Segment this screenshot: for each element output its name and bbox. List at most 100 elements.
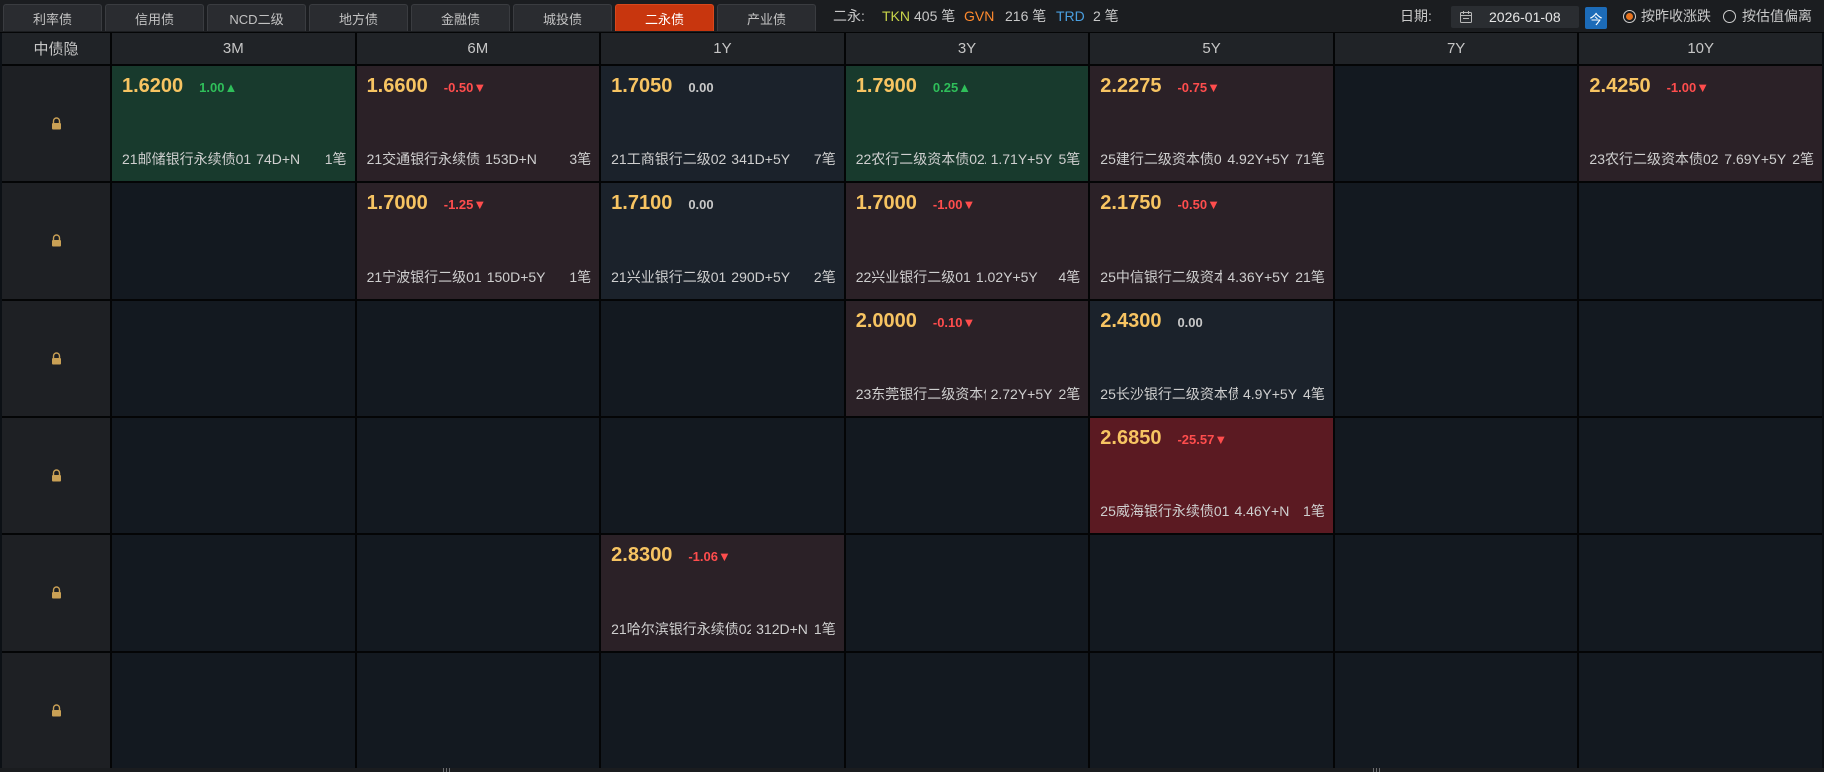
- quote-cell[interactable]: 2.1750 -0.50▼ 25中信银行二级资本债4.36Y+5Y 21笔: [1090, 183, 1333, 299]
- empty-cell[interactable]: [112, 535, 355, 651]
- empty-cell[interactable]: [845, 418, 1089, 534]
- lock-icon[interactable]: [51, 704, 62, 717]
- empty-cell[interactable]: [601, 300, 844, 416]
- bond-name: 21邮储银行永续债01: [122, 151, 252, 168]
- trade-count: 2笔: [813, 268, 836, 285]
- quote-cell[interactable]: 1.7000 -1.00▼ 22兴业银行二级01 1.02Y+5Y 4笔: [845, 183, 1089, 299]
- row-lock-cell[interactable]: [2, 300, 110, 416]
- lock-icon[interactable]: [51, 117, 62, 130]
- quote-cell[interactable]: 1.6200 1.00▲ 21邮储银行永续债01 74D+N 1笔: [112, 66, 355, 182]
- quote-cell[interactable]: 2.6850 -25.57▼ 25威海银行永续债01 4.46Y+N 1笔: [1090, 418, 1333, 534]
- mode-label-valuation[interactable]: 按估值偏离: [1742, 0, 1812, 33]
- quote-bond-info: 21交通银行永续债 153D+N 3笔: [367, 149, 592, 169]
- empty-cell[interactable]: [601, 652, 844, 768]
- quote-price: 1.7000: [366, 192, 428, 215]
- row-lock-cell[interactable]: [2, 418, 110, 534]
- lock-icon[interactable]: [51, 586, 62, 599]
- quote-cell[interactable]: 2.4300 0.00 25长沙银行二级资本债0 4.9Y+5Y 4笔: [1090, 300, 1333, 416]
- quote-header: 1.7900 0.25▲: [856, 75, 1080, 98]
- quote-price: 2.8300: [611, 544, 673, 567]
- lock-icon[interactable]: [51, 469, 62, 482]
- empty-cell[interactable]: [1579, 652, 1822, 768]
- empty-cell[interactable]: [112, 183, 355, 299]
- empty-cell[interactable]: [356, 300, 600, 416]
- tab-rates[interactable]: 利率债: [3, 4, 102, 31]
- quote-cell[interactable]: 1.7000 -1.25▼ 21宁波银行二级01 150D+5Y 1笔: [356, 183, 600, 299]
- tab-credit[interactable]: 信用债: [105, 4, 204, 31]
- tab-financial[interactable]: 金融债: [411, 4, 510, 31]
- quote-change: -0.10▼: [932, 314, 976, 330]
- bond-term: 150D+5Y: [486, 268, 546, 285]
- trd-count: 2 笔: [1093, 8, 1119, 24]
- empty-cell[interactable]: [1579, 418, 1822, 534]
- quote-header: 1.7000 -1.00▼: [856, 192, 1080, 215]
- tenor-header-10y: 10Y: [1579, 33, 1822, 64]
- empty-cell[interactable]: [1579, 300, 1822, 416]
- resize-grip-icon[interactable]: [1373, 768, 1381, 772]
- quote-header: 2.6850 -25.57▼: [1100, 427, 1324, 450]
- empty-cell[interactable]: [1334, 66, 1578, 182]
- bond-name: 21哈尔滨银行永续债02: [611, 620, 752, 637]
- resize-grip-icon[interactable]: [443, 768, 451, 772]
- lock-icon[interactable]: [51, 234, 62, 247]
- quote-price: 2.4250: [1589, 75, 1651, 97]
- tab-ncd-secondary[interactable]: NCD二级: [207, 4, 306, 31]
- tab-tier2-perpetual[interactable]: 二永债: [615, 4, 714, 31]
- mode-radio-prev-close[interactable]: [1623, 10, 1636, 23]
- row-lock-cell[interactable]: [2, 535, 110, 651]
- quote-change: 0.00: [688, 80, 714, 95]
- empty-cell[interactable]: [1334, 183, 1578, 299]
- quote-cell[interactable]: 1.7100 0.00 21兴业银行二级01 290D+5Y 2笔: [601, 183, 844, 299]
- quote-header: 2.4250 -1.00▼: [1589, 75, 1813, 98]
- empty-cell[interactable]: [356, 418, 600, 534]
- empty-cell[interactable]: [356, 535, 600, 651]
- empty-cell[interactable]: [1334, 300, 1578, 416]
- today-button[interactable]: 今: [1585, 7, 1607, 29]
- row-lock-cell[interactable]: [2, 66, 110, 182]
- empty-cell[interactable]: [1334, 535, 1578, 651]
- empty-cell[interactable]: [112, 300, 355, 416]
- quote-header: 1.7100 0.00: [611, 192, 835, 215]
- tab-industrial[interactable]: 产业债: [717, 4, 816, 31]
- quote-header: 1.7000 -1.25▼: [367, 192, 591, 215]
- empty-cell[interactable]: [601, 418, 844, 534]
- tab-urban-invest[interactable]: 城投债: [513, 4, 612, 31]
- quote-header: 2.1750 -0.50▼: [1100, 192, 1324, 215]
- quote-cell[interactable]: 2.2275 -0.75▼ 25建行二级资本债03I 4.92Y+5Y 71笔: [1090, 66, 1333, 182]
- row-lock-cell[interactable]: [2, 652, 110, 768]
- tab-local-gov[interactable]: 地方债: [309, 4, 408, 31]
- quote-price: 2.2275: [1100, 75, 1162, 97]
- empty-cell[interactable]: [112, 652, 355, 768]
- bond-name: 23农行二级资本债02B: [1589, 151, 1720, 168]
- lock-icon[interactable]: [51, 352, 62, 365]
- quote-change: -1.06▼: [688, 549, 731, 565]
- calendar-icon[interactable]: [1459, 10, 1473, 24]
- quote-bond-info: 23东莞银行二级资本债 2.72Y+5Y 2笔: [856, 384, 1081, 404]
- tenor-header-3y: 3Y: [845, 33, 1089, 64]
- quote-bond-info: 21兴业银行二级01 290D+5Y 2笔: [611, 267, 836, 287]
- quote-cell[interactable]: 1.7050 0.00 21工商银行二级02 341D+5Y 7笔: [601, 66, 844, 182]
- date-picker[interactable]: 2026-01-08: [1451, 6, 1579, 28]
- trade-count: 1笔: [324, 151, 347, 168]
- empty-cell[interactable]: [845, 535, 1089, 651]
- empty-cell[interactable]: [356, 652, 600, 768]
- quote-cell[interactable]: 1.7900 0.25▲ 22农行二级资本债02A 1.71Y+5Y 5笔: [845, 66, 1089, 182]
- empty-cell[interactable]: [1334, 418, 1578, 534]
- empty-cell[interactable]: [1090, 652, 1333, 768]
- row-lock-cell[interactable]: [2, 183, 110, 299]
- quote-cell[interactable]: 1.6600 -0.50▼ 21交通银行永续债 153D+N 3笔: [356, 66, 600, 182]
- empty-cell[interactable]: [1579, 535, 1822, 651]
- empty-cell[interactable]: [1090, 535, 1333, 651]
- date-value[interactable]: 2026-01-08: [1489, 6, 1561, 28]
- tenor-header-1y: 1Y: [601, 33, 844, 64]
- empty-cell[interactable]: [112, 418, 355, 534]
- quote-cell[interactable]: 2.8300 -1.06▼ 21哈尔滨银行永续债02 312D+N 1笔: [601, 535, 844, 651]
- quote-cell[interactable]: 2.0000 -0.10▼ 23东莞银行二级资本债 2.72Y+5Y 2笔: [845, 300, 1089, 416]
- mode-radio-valuation[interactable]: [1723, 10, 1736, 23]
- empty-cell[interactable]: [1334, 652, 1578, 768]
- empty-cell[interactable]: [1579, 183, 1822, 299]
- bond-term: 341D+5Y: [731, 151, 791, 168]
- mode-label-prev-close[interactable]: 按昨收涨跌: [1641, 0, 1711, 33]
- quote-cell[interactable]: 2.4250 -1.00▼ 23农行二级资本债02B 7.69Y+5Y 2笔: [1579, 66, 1822, 182]
- empty-cell[interactable]: [845, 652, 1089, 768]
